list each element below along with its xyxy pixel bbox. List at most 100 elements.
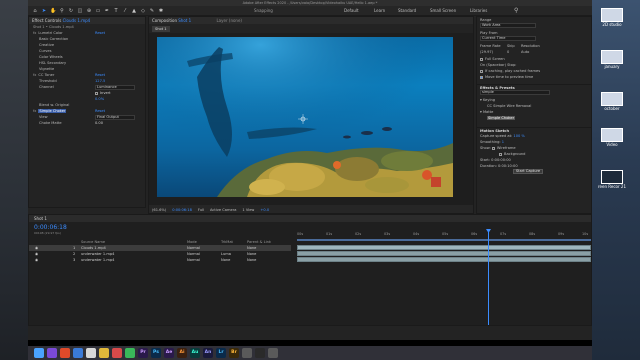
desktop-icon-video[interactable]: Video <box>598 128 626 147</box>
pen-tool-icon[interactable]: ✒ <box>104 8 110 14</box>
dock: Pr Ps Ae Ai Au An Lr Br <box>28 346 592 360</box>
effect-controls-panel: Effect Controls Clouds 1.mp4 Shot 1 • Cl… <box>28 16 146 208</box>
invert-checkbox[interactable] <box>95 91 98 95</box>
resolution-dropdown[interactable]: Full <box>198 208 204 212</box>
finder-icon[interactable] <box>34 348 44 358</box>
playhead-line[interactable] <box>488 231 489 325</box>
start-capture-button[interactable]: Start Capture <box>513 169 543 174</box>
workspace-standard[interactable]: Standard <box>398 8 416 13</box>
right-panels: Range Work Area Play From Current Time F… <box>476 16 592 214</box>
selection-tool-icon[interactable]: ➤ <box>41 8 47 14</box>
layer-track-bar[interactable] <box>297 251 591 256</box>
hand-tool-icon[interactable]: ✋ <box>50 8 56 14</box>
notes-icon[interactable] <box>99 348 109 358</box>
background-checkbox[interactable] <box>499 152 502 156</box>
pan-behind-tool-icon[interactable]: ⊕ <box>86 8 92 14</box>
timeline-layer-row[interactable]: ◉ 3 underwater 1.mp4 Normal None None <box>29 257 291 263</box>
animate-icon[interactable]: An <box>203 348 213 358</box>
exposure-value[interactable]: +0.0 <box>260 208 269 212</box>
workspace-small-screen[interactable]: Small Screen <box>430 8 456 13</box>
wireframe-checkbox[interactable] <box>491 146 495 150</box>
composition-panel: Composition Shot 1 Layer (none) Shot 1 (… <box>148 16 474 214</box>
search-icon[interactable]: ⚲ <box>514 7 518 14</box>
launchpad-icon[interactable] <box>60 348 70 358</box>
layer-track-bar[interactable] <box>297 245 591 250</box>
mail-icon[interactable] <box>86 348 96 358</box>
magnification-dropdown[interactable]: (61.6%) <box>152 208 166 212</box>
matte-item[interactable]: Simple Choker <box>477 115 591 121</box>
home-icon[interactable]: ⌂ <box>32 8 38 14</box>
work-area-bar[interactable] <box>297 239 591 241</box>
comp-current-time[interactable]: 0:00:06:18 <box>172 208 192 212</box>
views-dropdown[interactable]: 1 View <box>242 208 254 212</box>
folder-icon <box>601 128 623 142</box>
move-time-checkbox[interactable] <box>480 75 483 79</box>
desktop-icon-studio[interactable]: 2D studio <box>598 8 626 27</box>
app-icon[interactable] <box>242 348 252 358</box>
safari-icon[interactable] <box>73 348 83 358</box>
resolution-select[interactable]: Auto <box>521 49 529 55</box>
puppet-tool-icon[interactable]: ✱ <box>158 8 164 14</box>
workspace-libraries[interactable]: Libraries <box>470 8 487 13</box>
folder-icon <box>601 50 623 64</box>
col-source-name: Source Name <box>81 240 106 244</box>
illustrator-icon[interactable]: Ai <box>177 348 187 358</box>
comp-breadcrumb[interactable]: Shot 1 <box>152 26 170 32</box>
app-icon[interactable] <box>255 348 265 358</box>
rectangle-tool-icon[interactable]: ▭ <box>95 8 101 14</box>
col-parent: Parent & Link <box>247 240 271 244</box>
trash-icon[interactable] <box>268 348 278 358</box>
desktop-icon-october[interactable]: october <box>598 92 626 111</box>
premiere-icon[interactable]: Pr <box>138 348 148 358</box>
capture-speed-value[interactable]: 100 % <box>513 134 524 138</box>
siri-icon[interactable] <box>47 348 57 358</box>
zoom-tool-icon[interactable]: ⚲ <box>59 8 65 14</box>
audition-icon[interactable]: Au <box>190 348 200 358</box>
channel-select[interactable]: Luminance <box>95 84 135 90</box>
play-from-select[interactable]: Current Time <box>480 36 536 41</box>
composition-tab[interactable]: Composition Shot 1 Layer (none) <box>149 17 473 24</box>
folder-icon <box>601 8 623 22</box>
camera-tool-icon[interactable]: ◫ <box>77 8 83 14</box>
timeline-tab[interactable]: Shot 1 <box>29 215 591 222</box>
roto-brush-tool-icon[interactable]: ✎ <box>149 8 155 14</box>
brush-tool-icon[interactable]: ⁄ <box>122 8 128 14</box>
move-time-row[interactable]: Move time to preview time <box>477 74 591 80</box>
snapping-toggle[interactable]: Snapping <box>254 8 273 13</box>
stamp-tool-icon[interactable]: ▲ <box>131 8 137 14</box>
underwater-footage-frame <box>157 37 453 197</box>
bridge-icon[interactable]: Br <box>229 348 239 358</box>
time-ruler[interactable]: 00s 01s 02s 03s 04s 05s 06s 07s 08s 09s … <box>297 232 591 238</box>
photos-icon[interactable] <box>112 348 122 358</box>
rotate-tool-icon[interactable]: ↻ <box>68 8 74 14</box>
lightroom-icon[interactable]: Lr <box>216 348 226 358</box>
messages-icon[interactable] <box>125 348 135 358</box>
range-select[interactable]: Work Area <box>480 23 536 28</box>
folder-icon <box>601 92 623 106</box>
smoothing-value[interactable]: 1 <box>502 140 504 144</box>
layer-track-bar[interactable] <box>297 257 591 262</box>
full-screen-checkbox[interactable] <box>480 57 483 61</box>
after-effects-window: Adobe After Effects 2020 - /Users/vaio/D… <box>28 0 592 340</box>
effects-search-input[interactable]: simple <box>480 90 550 95</box>
if-caching-checkbox[interactable] <box>480 69 483 73</box>
col-trkmat: TrkMat <box>221 240 233 244</box>
timeline-timecode[interactable]: 0:00:06:18 <box>34 224 67 231</box>
workspace-learn[interactable]: Learn <box>374 8 385 13</box>
eye-icon[interactable]: ◉ <box>35 257 38 263</box>
ec-row-choke-matte[interactable]: Choke Matte 0.00 <box>29 120 145 126</box>
desktop-icon-january[interactable]: january <box>598 50 626 69</box>
type-tool-icon[interactable]: T <box>113 8 119 14</box>
effect-controls-tab[interactable]: Effect Controls Clouds 1.mp4 <box>29 17 145 24</box>
after-effects-icon[interactable]: Ae <box>164 348 174 358</box>
photoshop-icon[interactable]: Ps <box>151 348 161 358</box>
skip-input[interactable]: 0 <box>507 49 509 55</box>
view-select[interactable]: Final Output <box>95 114 135 120</box>
desktop-icon-recording[interactable]: reen Recor 21-01...PM <box>598 170 626 189</box>
camera-dropdown[interactable]: Active Camera <box>210 208 236 212</box>
workspace-default[interactable]: Default <box>344 8 359 13</box>
composition-viewer[interactable] <box>149 33 473 205</box>
frame-rate-select[interactable]: (29.97) <box>480 50 493 54</box>
eraser-tool-icon[interactable]: ◇ <box>140 8 146 14</box>
timeline-panel: Shot 1 0:00:06:18 00198 (29.97 fps) Sour… <box>28 214 592 326</box>
